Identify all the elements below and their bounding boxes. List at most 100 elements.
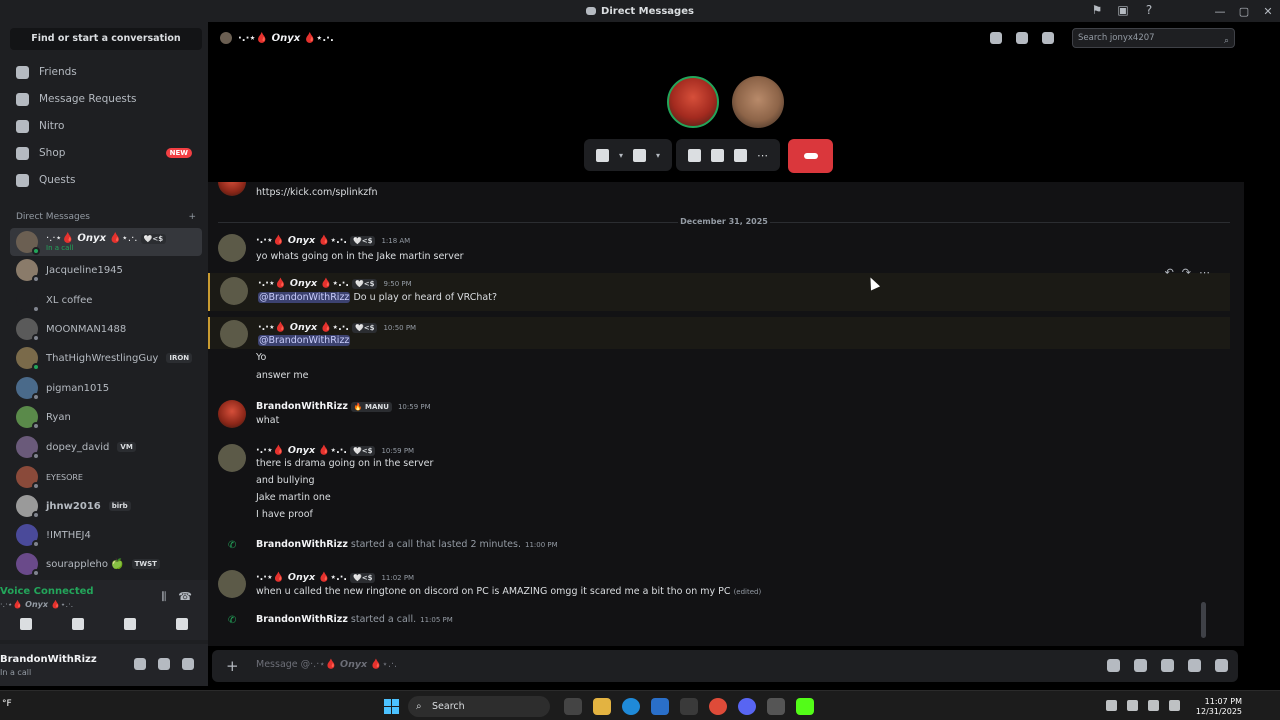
dm-item[interactable]: sourappleho 🍏 TWST bbox=[10, 550, 202, 578]
sticker-icon[interactable] bbox=[1161, 659, 1174, 672]
mail-icon bbox=[16, 92, 29, 106]
apps-icon[interactable] bbox=[1215, 659, 1228, 672]
weather[interactable]: °F bbox=[2, 699, 12, 709]
profile-icon[interactable] bbox=[1042, 32, 1054, 44]
dm-item[interactable]: ThatHighWrestlingGuy IRON bbox=[10, 344, 202, 372]
avatar[interactable] bbox=[218, 182, 246, 196]
screen-share-icon[interactable] bbox=[72, 618, 84, 630]
nav-friends[interactable]: Friends bbox=[10, 60, 202, 84]
more-icon[interactable]: ⋯ bbox=[757, 149, 768, 162]
message-item: ·.·⋆🩸 𝙊𝙣𝙮𝙭 🩸⋆.·. 🤍<$ 1:18 AM yo whats goin… bbox=[208, 230, 1230, 270]
nav-nitro[interactable]: Nitro bbox=[10, 114, 202, 138]
chevron-down-icon[interactable]: ▾ bbox=[656, 151, 660, 160]
chrome-icon[interactable] bbox=[709, 698, 727, 715]
start-button[interactable] bbox=[384, 699, 399, 714]
gift-icon[interactable] bbox=[1107, 659, 1120, 672]
message-composer[interactable]: + Message @·.·⋆🩸 𝙊𝙣𝙮𝙭 🩸⋆.·. bbox=[212, 650, 1238, 682]
dm-item[interactable]: dopey_david VM bbox=[10, 433, 202, 461]
help-icon[interactable]: ? bbox=[1142, 3, 1156, 17]
message-item: BrandonWithRizz 🔥 MANU 10:59 PM what bbox=[208, 396, 1230, 436]
end-call-button[interactable] bbox=[788, 139, 834, 173]
message-item: ·.·⋆🩸 𝙊𝙣𝙮𝙭 🩸⋆.·. 🤍<$ 10:50 PM @BrandonWith… bbox=[208, 317, 1230, 349]
chevron-down-icon[interactable]: ▾ bbox=[619, 151, 623, 160]
new-badge: NEW bbox=[165, 148, 192, 158]
nav-shop[interactable]: Shop NEW bbox=[10, 141, 202, 165]
discord-icon[interactable] bbox=[738, 698, 756, 715]
forward-icon[interactable]: ↷ bbox=[1182, 266, 1191, 279]
avatar[interactable] bbox=[218, 400, 246, 428]
clock[interactable]: 11:07 PM 12/31/2025 bbox=[1196, 697, 1242, 717]
sound-wave-icon[interactable]: ⫼ bbox=[161, 590, 166, 604]
dm-item[interactable]: EYESORE bbox=[10, 463, 202, 491]
find-conversation-button[interactable]: Find or start a conversation bbox=[10, 28, 202, 50]
inbox-icon[interactable]: ▣ bbox=[1116, 3, 1130, 17]
dm-item[interactable]: Ryan bbox=[10, 403, 202, 431]
nav-message-requests[interactable]: Message Requests bbox=[10, 87, 202, 111]
disconnect-icon[interactable]: ☎ bbox=[178, 590, 192, 604]
main-area: ·.·⋆🩸 𝙊𝙣𝙮𝙭 🩸⋆.·. Search jonyx4207 ⌕ ▾ ▾ bbox=[208, 22, 1280, 686]
store-icon[interactable] bbox=[680, 698, 698, 715]
dm-item[interactable]: !IMTHEJ4 bbox=[10, 521, 202, 549]
title-bar: Direct Messages ⚑ ▣ ? — ▢ ✕ bbox=[0, 0, 1280, 22]
avatar[interactable] bbox=[218, 570, 246, 598]
gif-icon[interactable] bbox=[1134, 659, 1147, 672]
soundboard-icon[interactable] bbox=[734, 148, 748, 162]
caller-avatar[interactable] bbox=[667, 76, 719, 128]
avatar[interactable] bbox=[220, 320, 248, 348]
task-view-icon[interactable] bbox=[564, 698, 582, 715]
dm-title: ·.·⋆🩸 𝙊𝙣𝙮𝙭 🩸⋆.·. bbox=[220, 32, 334, 44]
gear-icon[interactable] bbox=[182, 658, 194, 670]
chevron-up-icon[interactable] bbox=[1106, 700, 1117, 711]
mail-app-icon[interactable] bbox=[651, 698, 669, 715]
microphone-icon[interactable] bbox=[134, 658, 146, 670]
scrollbar[interactable] bbox=[1201, 602, 1206, 638]
avatar bbox=[16, 318, 40, 342]
activity-icon[interactable] bbox=[711, 148, 725, 162]
dm-item[interactable]: XL coffee bbox=[10, 286, 202, 314]
headphones-icon[interactable] bbox=[158, 658, 170, 670]
create-dm-button[interactable]: + bbox=[188, 212, 196, 222]
message-link[interactable]: https://kick.com/splinkzfn bbox=[256, 187, 378, 198]
volume-icon[interactable] bbox=[1169, 700, 1180, 711]
minimize-button[interactable]: — bbox=[1208, 5, 1232, 18]
emoji-icon[interactable] bbox=[1188, 659, 1201, 672]
microphone-icon[interactable] bbox=[596, 148, 609, 162]
more-icon[interactable]: ⋯ bbox=[1199, 266, 1210, 279]
user-mention[interactable]: @BrandonWithRizz bbox=[258, 335, 351, 346]
search-input[interactable]: Search jonyx4207 ⌕ bbox=[1072, 28, 1235, 48]
microphone-icon[interactable] bbox=[1127, 700, 1138, 711]
camera-off-icon[interactable] bbox=[633, 148, 647, 162]
soundboard-icon[interactable] bbox=[176, 618, 188, 630]
message-input[interactable]: Message @·.·⋆🩸 𝙊𝙣𝙮𝙭 🩸⋆.·. bbox=[256, 659, 397, 670]
taskbar-search[interactable]: ⌕ Search bbox=[408, 696, 550, 717]
camera-icon[interactable] bbox=[20, 618, 32, 630]
dm-item-onyx[interactable]: ·.·⋆🩸 𝙊𝙣𝙮𝙭 🩸⋆.·. 🤍<$ In a call bbox=[10, 228, 202, 256]
file-explorer-icon[interactable] bbox=[593, 698, 611, 715]
avatar[interactable] bbox=[220, 277, 248, 305]
screen-share-icon[interactable] bbox=[688, 148, 702, 162]
pin-icon[interactable] bbox=[990, 32, 1002, 44]
close-button[interactable]: ✕ bbox=[1256, 5, 1280, 18]
game-app-icon[interactable] bbox=[767, 698, 785, 715]
network-icon[interactable] bbox=[1148, 700, 1159, 711]
dm-item[interactable]: pigman1015 bbox=[10, 374, 202, 402]
add-attachment-icon[interactable]: + bbox=[226, 657, 239, 675]
kick-icon[interactable] bbox=[796, 698, 814, 715]
flag-icon[interactable]: ⚑ bbox=[1090, 3, 1104, 17]
activity-icon[interactable] bbox=[124, 618, 136, 630]
maximize-button[interactable]: ▢ bbox=[1232, 5, 1256, 18]
edge-icon[interactable] bbox=[622, 698, 640, 715]
avatar bbox=[220, 32, 232, 44]
dm-item[interactable]: jhnw2016 birb bbox=[10, 492, 202, 520]
avatar[interactable] bbox=[218, 444, 246, 472]
voice-panel: Voice Connected ·.·⋆🩸 𝙊𝙣𝙮𝙭 🩸⋆.·. ⫼ ☎ bbox=[0, 580, 208, 640]
phone-icon: ✆ bbox=[228, 615, 237, 626]
user-mention[interactable]: @BrandonWithRizz bbox=[258, 292, 351, 303]
reply-icon[interactable]: ↶ bbox=[1165, 266, 1174, 279]
callee-avatar[interactable] bbox=[732, 76, 784, 128]
avatar[interactable] bbox=[218, 234, 246, 262]
nav-quests[interactable]: Quests bbox=[10, 168, 202, 192]
add-friend-icon[interactable] bbox=[1016, 32, 1028, 44]
dm-item[interactable]: MOONMAN1488 bbox=[10, 315, 202, 343]
dm-item[interactable]: Jacqueline1945 bbox=[10, 256, 202, 284]
